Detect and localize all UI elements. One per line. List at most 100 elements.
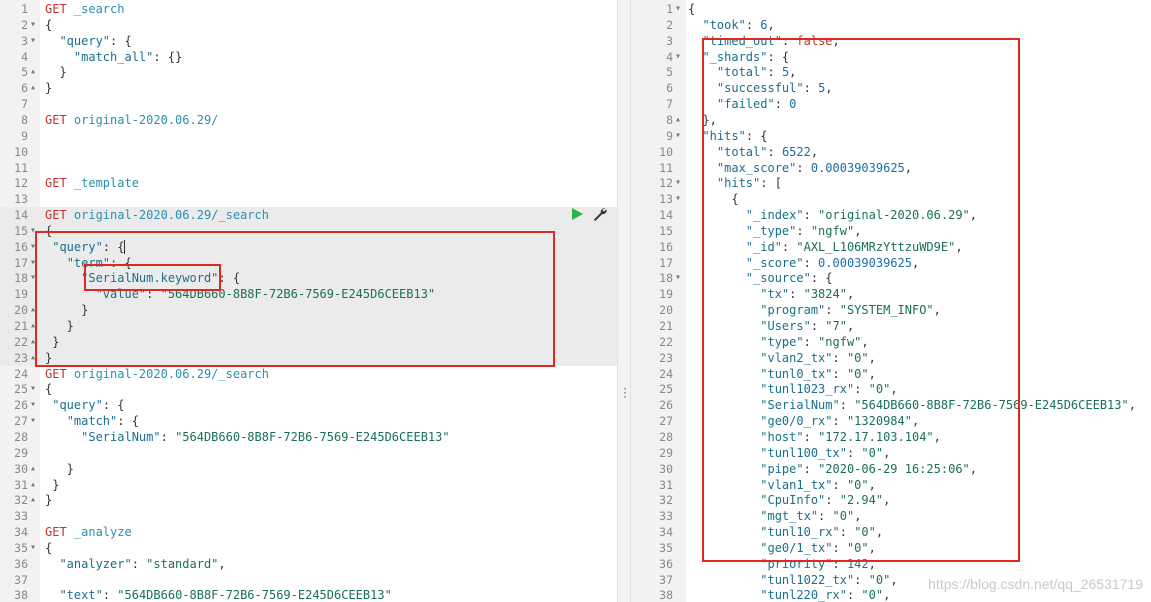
line-number: 3 bbox=[666, 33, 673, 48]
line-number: 20 bbox=[659, 303, 673, 318]
code-token: original-2020.06.29/_search bbox=[73, 366, 269, 381]
code-text: "took": 6, bbox=[688, 17, 774, 33]
code-token: : bbox=[160, 429, 176, 444]
line-number: 17 bbox=[14, 255, 28, 270]
pane-resize-handle[interactable]: · · · bbox=[617, 0, 631, 602]
code-line: 31 ▴ } bbox=[0, 477, 617, 493]
line-number: 19 bbox=[659, 287, 673, 302]
fold-toggle-icon[interactable]: ▾ bbox=[30, 17, 36, 33]
line-number: 18 bbox=[14, 271, 28, 286]
line-number: 15 bbox=[14, 223, 28, 238]
code-token: : bbox=[854, 572, 869, 587]
annotation-box-keyword bbox=[84, 264, 221, 291]
code-line: 13 bbox=[0, 191, 617, 207]
code-token: "0" bbox=[861, 588, 884, 602]
play-icon[interactable] bbox=[571, 207, 583, 223]
line-number: 37 bbox=[14, 572, 28, 587]
code-line: 4 "match_all": {} bbox=[0, 49, 617, 65]
code-text: { bbox=[688, 1, 695, 17]
fold-toggle-icon[interactable]: ▾ bbox=[30, 540, 36, 556]
code-token: } bbox=[45, 65, 67, 80]
code-token: _template bbox=[73, 176, 139, 191]
line-number: 16 bbox=[659, 239, 673, 254]
fold-toggle-icon[interactable]: ▾ bbox=[675, 49, 681, 65]
line-number: 14 bbox=[659, 208, 673, 223]
code-text: GET original-2020.06.29/_search bbox=[45, 366, 269, 382]
code-line: 1 ▾ { bbox=[631, 1, 1151, 17]
fold-toggle-icon[interactable]: ▾ bbox=[675, 175, 681, 191]
request-actions bbox=[571, 207, 607, 223]
code-token: { bbox=[45, 540, 53, 555]
line-number: 1 bbox=[21, 2, 28, 16]
line-number: 7 bbox=[666, 97, 673, 112]
fold-toggle-icon[interactable]: ▴ bbox=[30, 477, 36, 493]
code-token: : { bbox=[110, 33, 132, 48]
code-token: : { bbox=[117, 414, 139, 429]
code-text: } bbox=[45, 64, 67, 80]
fold-toggle-icon[interactable]: ▾ bbox=[30, 413, 36, 429]
line-number: 4 bbox=[21, 49, 28, 64]
fold-toggle-icon[interactable]: ▾ bbox=[30, 33, 36, 49]
code-token: "tunl1022_tx" bbox=[760, 572, 855, 587]
code-line: 10 bbox=[0, 144, 617, 160]
code-token: _search bbox=[73, 2, 125, 16]
line-number: 24 bbox=[14, 366, 28, 381]
code-token: GET bbox=[45, 2, 74, 16]
line-number: 29 bbox=[659, 445, 673, 460]
code-text: } bbox=[45, 492, 52, 508]
code-text: } bbox=[45, 477, 59, 493]
line-number: 32 bbox=[14, 493, 28, 508]
code-text: } bbox=[45, 80, 52, 96]
fold-toggle-icon[interactable]: ▾ bbox=[675, 128, 681, 144]
line-number: 9 bbox=[666, 128, 673, 143]
line-number: 7 bbox=[21, 97, 28, 112]
code-token: "analyzer" bbox=[59, 556, 132, 571]
line-number: 38 bbox=[14, 588, 28, 602]
code-line: 35 ▾ { bbox=[0, 540, 617, 556]
code-text: "SerialNum": "564DB660-8B8F-72B6-7569-E2… bbox=[45, 429, 450, 445]
line-number: 2 bbox=[21, 17, 28, 32]
code-text: "match": { bbox=[45, 413, 139, 429]
code-token: , bbox=[883, 588, 891, 602]
code-token: "query" bbox=[52, 398, 103, 413]
line-number: 13 bbox=[659, 192, 673, 207]
code-token: } bbox=[45, 461, 74, 476]
fold-toggle-icon[interactable]: ▴ bbox=[30, 492, 36, 508]
code-token: "text" bbox=[59, 588, 103, 602]
wrench-icon[interactable] bbox=[593, 207, 607, 224]
line-number: 21 bbox=[14, 319, 28, 333]
fold-toggle-icon[interactable]: ▾ bbox=[30, 381, 36, 397]
fold-toggle-icon[interactable]: ▴ bbox=[30, 80, 36, 96]
code-token: "took" bbox=[702, 17, 746, 32]
code-text: GET original-2020.06.29/_search bbox=[45, 207, 269, 223]
fold-toggle-icon[interactable]: ▾ bbox=[675, 1, 681, 17]
code-line: 32 ▴} bbox=[0, 492, 617, 508]
line-number: 23 bbox=[659, 350, 673, 365]
code-line: 2 "took": 6, bbox=[631, 17, 1151, 33]
fold-toggle-icon[interactable]: ▴ bbox=[30, 64, 36, 80]
fold-toggle-icon[interactable]: ▾ bbox=[30, 397, 36, 413]
fold-toggle-icon[interactable]: ▴ bbox=[30, 461, 36, 477]
code-token: original-2020.06.29/_search bbox=[73, 208, 269, 223]
fold-toggle-icon[interactable]: ▾ bbox=[675, 191, 681, 207]
line-number: 33 bbox=[14, 509, 28, 524]
code-line: 8 GET original-2020.06.29/ bbox=[0, 112, 617, 128]
code-token: "query" bbox=[59, 33, 111, 48]
code-line: 38 "text": "564DB660-8B8F-72B6-7569-E245… bbox=[0, 587, 617, 602]
line-number: 25 bbox=[14, 382, 28, 397]
fold-toggle-icon[interactable]: ▴ bbox=[675, 112, 681, 128]
code-token: } bbox=[45, 81, 53, 96]
fold-toggle-icon[interactable]: ▾ bbox=[675, 270, 681, 286]
line-number: 32 bbox=[659, 493, 673, 508]
code-token: "564DB660-8B8F-72B6-7569-E245D6CEEB13" bbox=[175, 429, 450, 444]
line-number: 33 bbox=[659, 509, 673, 524]
code-token: GET bbox=[45, 112, 74, 127]
code-line: 25 ▾ { bbox=[0, 381, 617, 397]
line-number: 10 bbox=[14, 144, 28, 159]
